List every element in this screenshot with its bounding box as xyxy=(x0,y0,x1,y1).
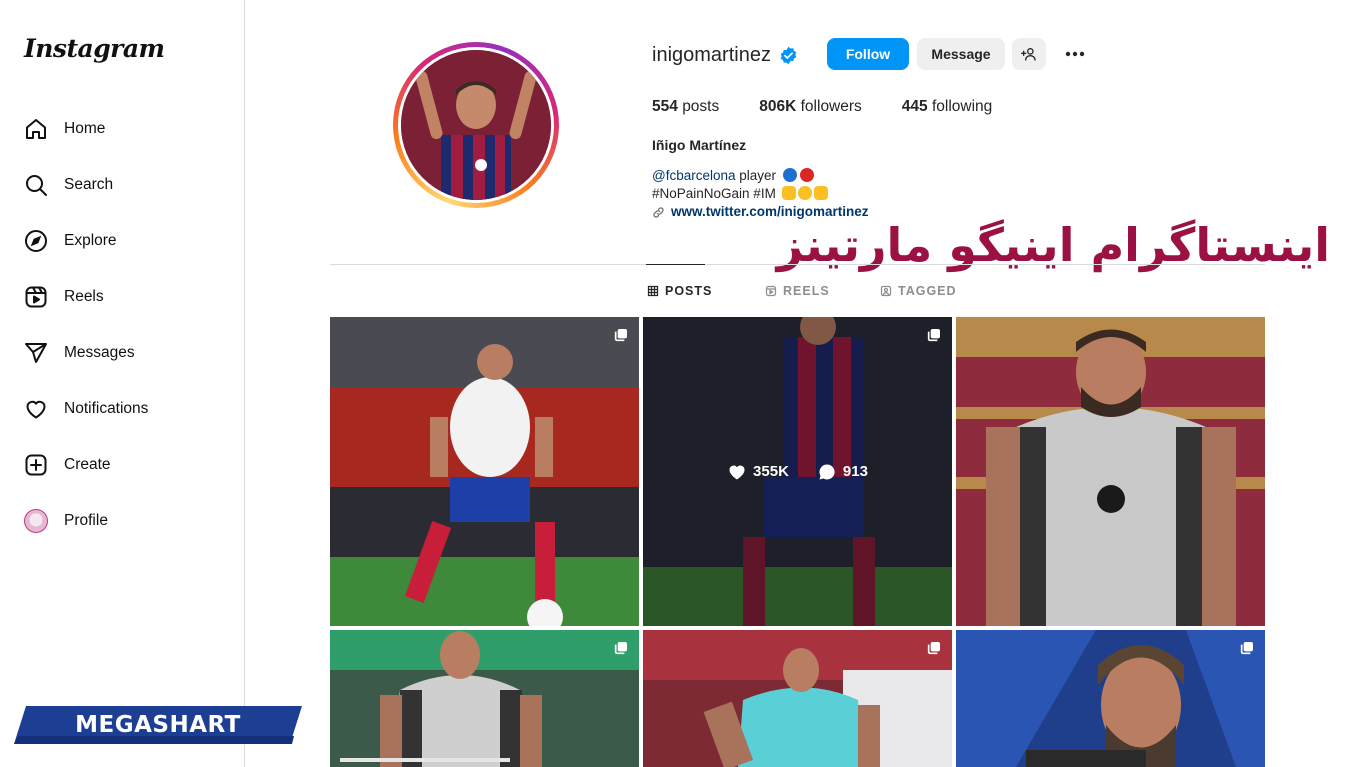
profile-username: inigomartinez xyxy=(652,44,771,66)
tongue-face-emoji-icon xyxy=(797,186,812,200)
sidebar-item-notifications[interactable]: Notifications xyxy=(12,381,234,437)
carousel-icon xyxy=(927,642,940,655)
blue-circle-emoji-icon xyxy=(782,168,797,182)
sidebar-item-label: Search xyxy=(64,176,114,193)
profile-bio: @fcbarcelona player #NoPainNoGain #IM ww… xyxy=(652,167,869,221)
send-icon xyxy=(25,343,47,363)
home-icon xyxy=(26,119,46,139)
sidebar-item-search[interactable]: Search xyxy=(12,157,234,213)
tab-tagged[interactable]: TAGGED xyxy=(880,284,957,298)
raised-hand-emoji-icon xyxy=(813,186,828,200)
search-icon xyxy=(26,175,47,196)
instagram-logo[interactable]: Instagram xyxy=(24,34,165,63)
post-image xyxy=(330,630,639,767)
avatar-icon xyxy=(24,509,48,533)
plus-square-icon xyxy=(25,454,47,476)
carousel-icon xyxy=(927,329,940,342)
sidebar-item-reels[interactable]: Reels xyxy=(12,269,234,325)
following-label: following xyxy=(931,98,993,115)
bio-line1-text: player xyxy=(739,168,777,183)
add-user-icon xyxy=(1021,48,1036,61)
post-tile[interactable] xyxy=(956,317,1265,626)
sidebar-item-create[interactable]: Create xyxy=(12,437,234,493)
bio-mention-link[interactable]: @fcbarcelona xyxy=(652,168,736,183)
suggest-users-button[interactable] xyxy=(1012,38,1046,70)
profile-full-name: Iñigo Martínez xyxy=(652,137,747,153)
post-tile[interactable] xyxy=(643,630,952,767)
comments-count: 913 xyxy=(842,463,868,480)
post-tile[interactable]: 355K 913 xyxy=(643,317,952,626)
sidebar-item-label: Explore xyxy=(64,232,117,249)
heart-filled-icon xyxy=(729,465,745,479)
carousel-icon xyxy=(1240,642,1253,655)
post-tile[interactable] xyxy=(330,630,639,767)
sidebar-item-home[interactable]: Home xyxy=(12,101,234,157)
message-button[interactable]: Message xyxy=(917,38,1005,70)
bio-line-2: #NoPainNoGain #IM xyxy=(652,185,869,203)
follow-button[interactable]: Follow xyxy=(827,38,909,70)
tab-reels[interactable]: REELS xyxy=(765,284,830,298)
profile-stats: 554 posts 806K followers 445 following xyxy=(652,98,1032,116)
tab-posts[interactable]: POSTS xyxy=(647,284,712,298)
sidebar-item-label: Reels xyxy=(64,288,104,305)
sidebar-item-profile[interactable]: Profile xyxy=(12,493,234,549)
followers-count: 806K xyxy=(759,98,797,115)
compass-icon xyxy=(25,230,47,252)
tagged-icon xyxy=(880,285,892,297)
following-count: 445 xyxy=(901,98,928,115)
tabs-divider xyxy=(330,264,1265,265)
profile-avatar xyxy=(401,50,551,200)
likes-count: 355K xyxy=(753,463,789,480)
reels-icon xyxy=(765,285,777,297)
verified-badge-icon xyxy=(780,46,797,65)
active-tab-indicator xyxy=(646,264,705,265)
sidebar-item-label: Messages xyxy=(64,344,135,361)
sidebar-item-label: Create xyxy=(64,456,111,473)
more-horizontal-icon xyxy=(1065,51,1085,57)
carousel-icon xyxy=(614,642,627,655)
post-image xyxy=(330,317,639,626)
posts-count: 554 xyxy=(652,98,678,115)
more-options-button[interactable] xyxy=(1058,38,1092,70)
followers-stat[interactable]: 806K followers xyxy=(759,98,862,116)
tab-label: TAGGED xyxy=(898,284,957,298)
profile-avatar-ring[interactable] xyxy=(393,42,559,208)
tab-label: REELS xyxy=(783,284,830,298)
post-image xyxy=(956,630,1265,767)
posts-label: posts xyxy=(682,98,720,115)
likes-count-stat: 355K xyxy=(727,462,789,482)
avatar-illustration xyxy=(401,50,551,200)
sidebar-item-label: Home xyxy=(64,120,106,137)
post-tile[interactable] xyxy=(956,630,1265,767)
tab-label: POSTS xyxy=(665,284,713,298)
heart-icon xyxy=(26,400,46,419)
megashart-brand: MEGASHART xyxy=(75,712,241,738)
carousel-icon xyxy=(614,329,627,342)
link-icon xyxy=(653,206,664,218)
sidebar-item-label: Notifications xyxy=(64,400,149,417)
post-image xyxy=(956,317,1265,626)
reels-icon xyxy=(25,286,47,308)
following-stat[interactable]: 445 following xyxy=(902,98,993,116)
sidebar-nav: Home Search Explore Reels Messages Notif… xyxy=(12,101,234,549)
megashart-watermark: MEGASHART xyxy=(14,706,302,744)
bio-line-1: @fcbarcelona player xyxy=(652,167,869,185)
profile-username-row: inigomartinez xyxy=(652,44,798,67)
red-circle-emoji-icon xyxy=(799,168,814,182)
comment-filled-icon xyxy=(819,463,835,479)
sidebar: Instagram Home Search Explore Reels Mess… xyxy=(0,0,302,767)
followers-label: followers xyxy=(800,98,862,115)
bio-hashtags: #NoPainNoGain #IM xyxy=(652,186,776,201)
raised-hand-emoji-icon xyxy=(781,186,796,200)
avatar-border xyxy=(398,47,554,203)
comments-count-stat: 913 xyxy=(817,462,868,482)
grid-icon xyxy=(647,285,659,297)
post-hover-overlay: 355K 913 xyxy=(643,317,952,626)
post-image xyxy=(643,630,952,767)
sidebar-item-label: Profile xyxy=(64,512,108,529)
sidebar-item-explore[interactable]: Explore xyxy=(12,213,234,269)
sidebar-item-messages[interactable]: Messages xyxy=(12,325,234,381)
posts-stat: 554 posts xyxy=(652,98,719,116)
post-tile[interactable] xyxy=(330,317,639,626)
